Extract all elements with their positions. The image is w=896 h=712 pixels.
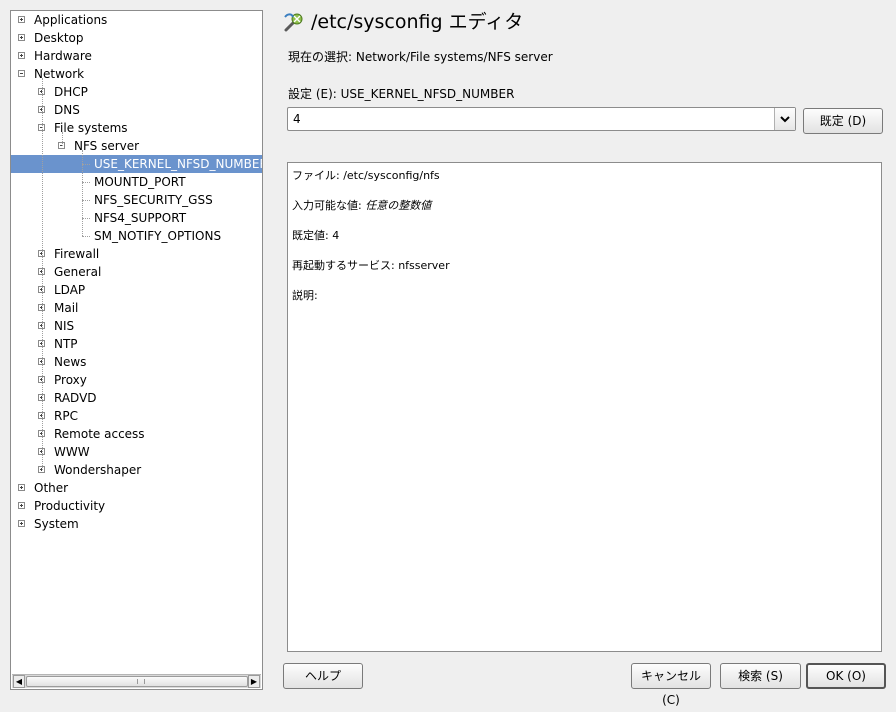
tree-item-label: Firewall [54,247,100,261]
tree-item-label: Mail [54,301,79,315]
tree-item[interactable]: LDAP [11,281,262,299]
tree-item-label: Desktop [34,31,84,45]
tree-item-label: NIS [54,319,75,333]
tree-connector [82,236,90,237]
page-title: /etc/sysconfig エディタ [311,11,524,33]
tree-item[interactable]: Desktop [11,29,262,47]
tree-item-label: Other [34,481,69,495]
restart-service-text: 再起動するサービス: nfsserver [292,259,450,272]
tree-item-label: DNS [54,103,80,117]
tree-item-label: RADVD [54,391,97,405]
possible-values-text: 入力可能な値: 任意の整数値 [292,197,431,213]
tree-item[interactable]: SM_NOTIFY_OPTIONS [11,227,262,245]
tree-item-label: Hardware [34,49,92,63]
tree-item-label: USE_KERNEL_NFSD_NUMBER [94,157,263,171]
tree-item-label: Wondershaper [54,463,142,477]
possible-values-label: 入力可能な値: [292,199,366,212]
tree-item[interactable]: Other [11,479,262,497]
default-value-text: 既定値: 4 [292,229,340,242]
tree-guide-line [82,150,83,236]
tree-item[interactable]: MOUNTD_PORT [11,173,262,191]
tree-item-label: Proxy [54,373,87,387]
tree-item-label: NFS server [74,139,140,153]
grip-icon [137,679,145,684]
tree-item[interactable]: RPC [11,407,262,425]
tree-item[interactable]: File systems [11,119,262,137]
tree-item[interactable]: Remote access [11,425,262,443]
tree-item-label: RPC [54,409,78,423]
sysconfig-tree[interactable]: Applications Desktop Hardware Network DHCP DN… [10,10,263,690]
tree-item[interactable]: NFS4_SUPPORT [11,209,262,227]
tree-item-label: News [54,355,87,369]
tree-item[interactable]: Hardware [11,47,262,65]
tree-item[interactable]: Productivity [11,497,262,515]
expand-icon[interactable] [18,520,25,527]
arrow-left-icon[interactable]: ◀ [13,675,25,688]
description-text: 説明: [292,289,318,302]
tree-item-label: File systems [54,121,128,135]
expand-icon[interactable] [18,16,25,23]
tree-item-label: Remote access [54,427,145,441]
tree-item[interactable]: News [11,353,262,371]
tree-item[interactable]: Proxy [11,371,262,389]
tree-item[interactable]: Applications [11,11,262,29]
setting-info-panel: ファイル: /etc/sysconfig/nfs 入力可能な値: 任意の整数値 … [287,162,882,652]
cancel-button[interactable]: キャンセル (C) [631,663,711,707]
file-path-text: ファイル: /etc/sysconfig/nfs [292,169,440,182]
tree-item[interactable]: WWW [11,443,262,461]
arrow-right-icon[interactable]: ▶ [248,675,260,688]
tree-item[interactable]: Mail [11,299,262,317]
tree-item[interactable]: NIS [11,317,262,335]
tree-item[interactable]: General [11,263,262,281]
expand-icon[interactable] [18,484,25,491]
tree-item[interactable]: Firewall [11,245,262,263]
tree-connector [82,164,90,165]
scrollbar-thumb[interactable] [26,676,248,687]
tree-item-label: NFS_SECURITY_GSS [94,193,213,207]
expand-icon[interactable] [18,502,25,509]
current-selection-label: 現在の選択: Network/File systems/NFS server [288,50,553,64]
tree-item-label: DHCP [54,85,88,99]
tree-item-label: General [54,265,102,279]
search-button[interactable]: 検索 (S) [720,663,801,689]
tree-item[interactable]: USE_KERNEL_NFSD_NUMBER [11,155,262,173]
tree-connector [82,182,90,183]
tree-item-label: System [34,517,79,531]
ok-button[interactable]: OK (O) [806,663,886,689]
tree-item[interactable]: RADVD [11,389,262,407]
collapse-icon[interactable] [18,70,25,77]
tree-item-label: MOUNTD_PORT [94,175,186,189]
tree-item[interactable]: NFS server [11,137,262,155]
tree-item[interactable]: DHCP [11,83,262,101]
tree-item-label: Applications [34,13,108,27]
default-button[interactable]: 既定 (D) [803,108,883,134]
tree-item[interactable]: NTP [11,335,262,353]
tree-item-label: NFS4_SUPPORT [94,211,187,225]
expand-icon[interactable] [18,52,25,59]
tree-item-label: SM_NOTIFY_OPTIONS [94,229,222,243]
tree-item[interactable]: DNS [11,101,262,119]
tree-item[interactable]: NFS_SECURITY_GSS [11,191,262,209]
yast-sysconfig-icon [283,11,305,33]
tree-item-label: LDAP [54,283,86,297]
tree-item-label: Productivity [34,499,106,513]
chevron-down-icon[interactable] [774,108,795,130]
tree-guide-line [42,78,43,470]
tree-item[interactable]: System [11,515,262,533]
tree-item[interactable]: Wondershaper [11,461,262,479]
help-button[interactable]: ヘルプ [283,663,363,689]
tree-connector [82,218,90,219]
tree-guide-line [62,132,63,146]
tree-connector [82,200,90,201]
expand-icon[interactable] [18,34,25,41]
possible-values-value: 任意の整数値 [365,199,432,212]
setting-label: 設定 (E): USE_KERNEL_NFSD_NUMBER [288,87,515,101]
horizontal-scrollbar[interactable]: ◀ ▶ [12,674,261,688]
tree-item-label: NTP [54,337,78,351]
setting-value-combobox[interactable]: 4 [287,107,796,131]
tree-item-label: WWW [54,445,90,459]
setting-value[interactable]: 4 [293,112,301,126]
tree-item[interactable]: Network [11,65,262,83]
